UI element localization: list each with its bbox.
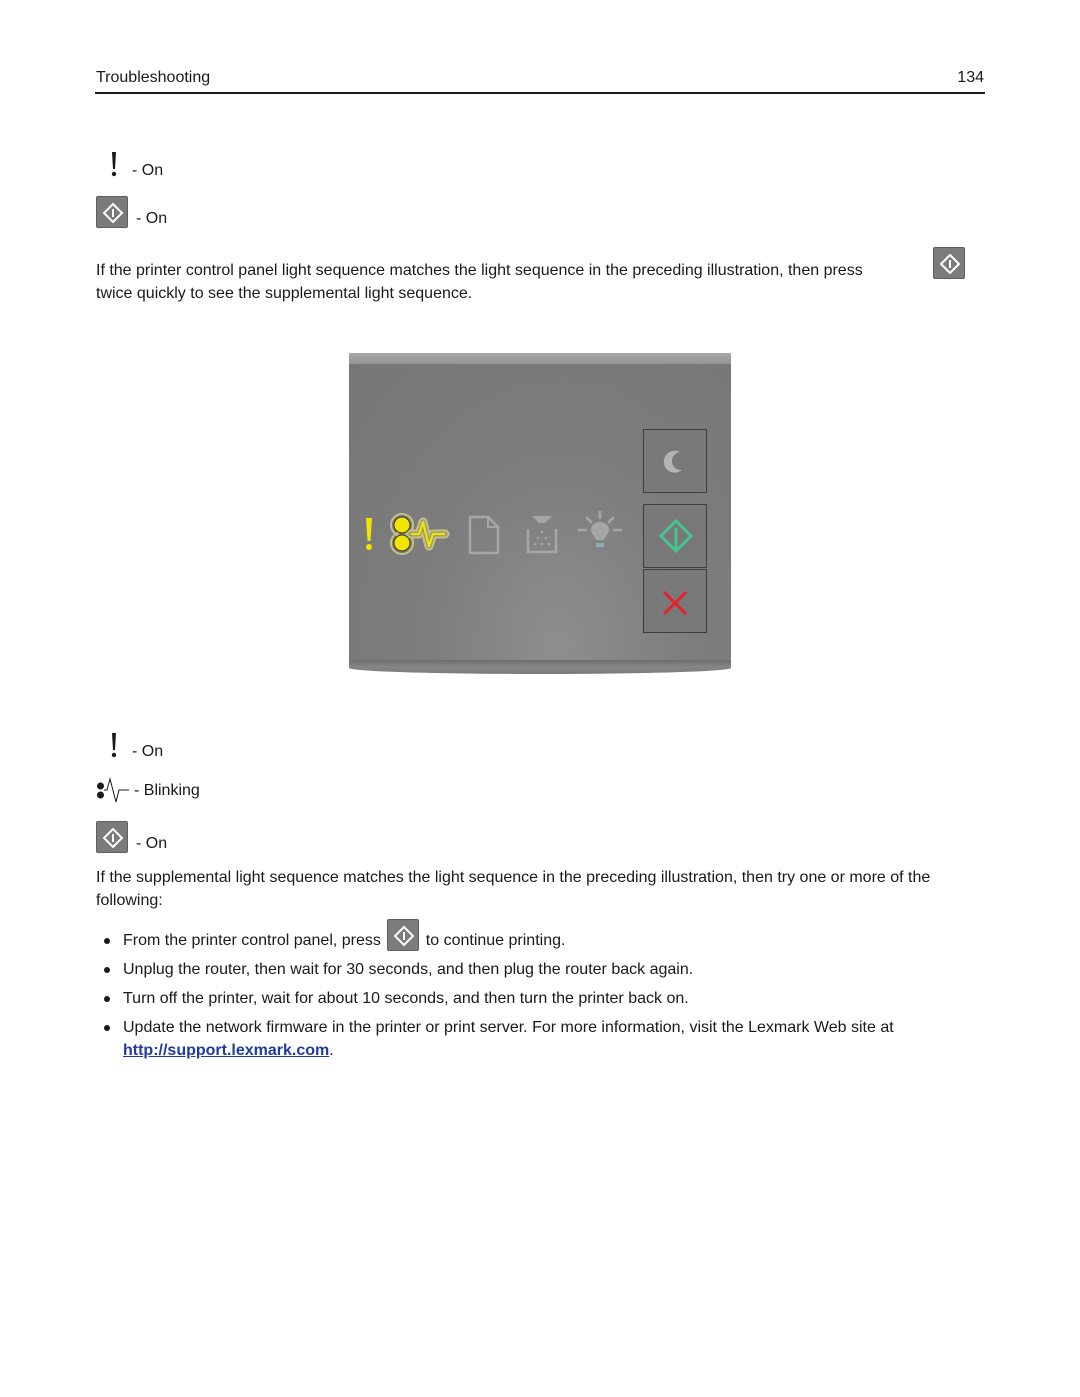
start-diamond-icon [658,518,694,554]
list-item: Unplug the router, then wait for 30 seco… [100,958,990,981]
stop-button[interactable] [643,569,707,633]
exclamation-icon [111,152,117,177]
panel-top-edge [349,353,731,364]
instruction-text: If the printer control panel light seque… [96,262,863,279]
header-rule [95,92,985,94]
section-title: Troubleshooting [96,69,211,86]
start-button-icon [933,247,965,279]
status-row-start: - On [96,196,167,228]
start-button-icon [96,821,128,853]
start-button[interactable] [643,504,707,568]
list-item: Update the network firmware in the print… [100,1016,990,1062]
status-row-start: - On [96,821,167,853]
start-button-icon [387,918,420,951]
paper-jam-light-icon [390,513,450,555]
page-number: 134 [957,69,984,86]
list-item: From the printer control panel, press to… [100,918,990,952]
toner-light-icon [526,516,558,554]
instruction-paragraph-2: If the supplemental light sequence match… [96,869,931,909]
exclamation-icon [111,733,117,758]
moon-icon [663,450,682,473]
action-list: From the printer control panel, press to… [100,918,990,1068]
list-item: Turn off the printer, wait for about 10 … [100,987,990,1010]
instruction-paragraph-1: If the printer control panel light seque… [96,247,996,305]
status-row-error: - On [108,729,163,761]
list-item-text: to continue printing. [425,932,566,949]
panel-bottom-edge [349,660,731,674]
start-button-icon [96,196,128,228]
status-row-error: - On [108,148,163,180]
x-cancel-icon [662,590,688,616]
status-label: - On [132,743,164,760]
control-panel-illustration [349,353,731,680]
error-light-icon [366,518,372,550]
list-item-text: From the printer control panel, press [123,932,381,949]
status-label: - On [136,835,168,852]
ready-light-icon [577,510,623,547]
status-label: - On [136,210,168,227]
list-item-text: Update the network firmware in the print… [123,1019,894,1036]
lexmark-support-link[interactable]: http://support.lexmark.com [123,1042,329,1059]
punctuation: . [329,1042,334,1059]
load-paper-light-icon [468,515,500,555]
status-label: - Blinking [134,782,200,799]
sleep-button[interactable] [643,429,707,493]
instruction-text: twice quickly to see the supplemental li… [96,285,473,302]
status-row-paper-jam: - Blinking [96,777,200,805]
paper-jam-icon [97,777,129,803]
status-label: - On [132,162,164,179]
